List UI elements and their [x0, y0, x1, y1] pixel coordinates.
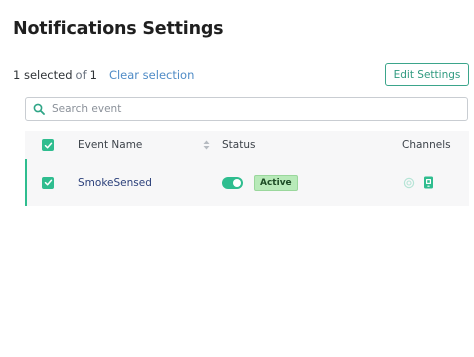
- events-table: Event Name Status Channels SmokeSensed A…: [25, 131, 469, 206]
- sms-icon[interactable]: [423, 176, 434, 189]
- enabled-toggle[interactable]: [222, 176, 243, 189]
- table-row[interactable]: SmokeSensed Active: [25, 159, 469, 206]
- event-name-link[interactable]: SmokeSensed: [78, 177, 152, 189]
- clear-selection-link[interactable]: Clear selection: [109, 68, 194, 82]
- search-input[interactable]: [52, 103, 452, 115]
- column-header-status: Status: [222, 139, 256, 151]
- selected-count: 1 selected: [13, 68, 73, 82]
- sort-icon[interactable]: [203, 140, 210, 153]
- row-checkbox[interactable]: [42, 176, 54, 189]
- column-header-event[interactable]: Event Name: [78, 139, 142, 151]
- checkmark-icon: [44, 179, 52, 186]
- column-header-channels: Channels: [402, 139, 451, 151]
- toggle-knob: [233, 178, 241, 187]
- selection-summary: 1 selected of 1 Clear selection: [13, 67, 194, 83]
- checkmark-icon: [44, 142, 52, 148]
- status-badge: Active: [254, 174, 298, 191]
- edit-settings-button[interactable]: Edit Settings: [385, 63, 469, 86]
- bell-icon[interactable]: [403, 177, 415, 189]
- table-header: Event Name Status Channels: [25, 131, 469, 159]
- selected-total: 1: [89, 68, 97, 82]
- page-title: Notifications Settings: [13, 19, 224, 39]
- selected-of-label: of: [75, 68, 87, 82]
- select-all-checkbox[interactable]: [42, 139, 54, 151]
- search-icon: [32, 102, 46, 116]
- search-box: [25, 97, 468, 121]
